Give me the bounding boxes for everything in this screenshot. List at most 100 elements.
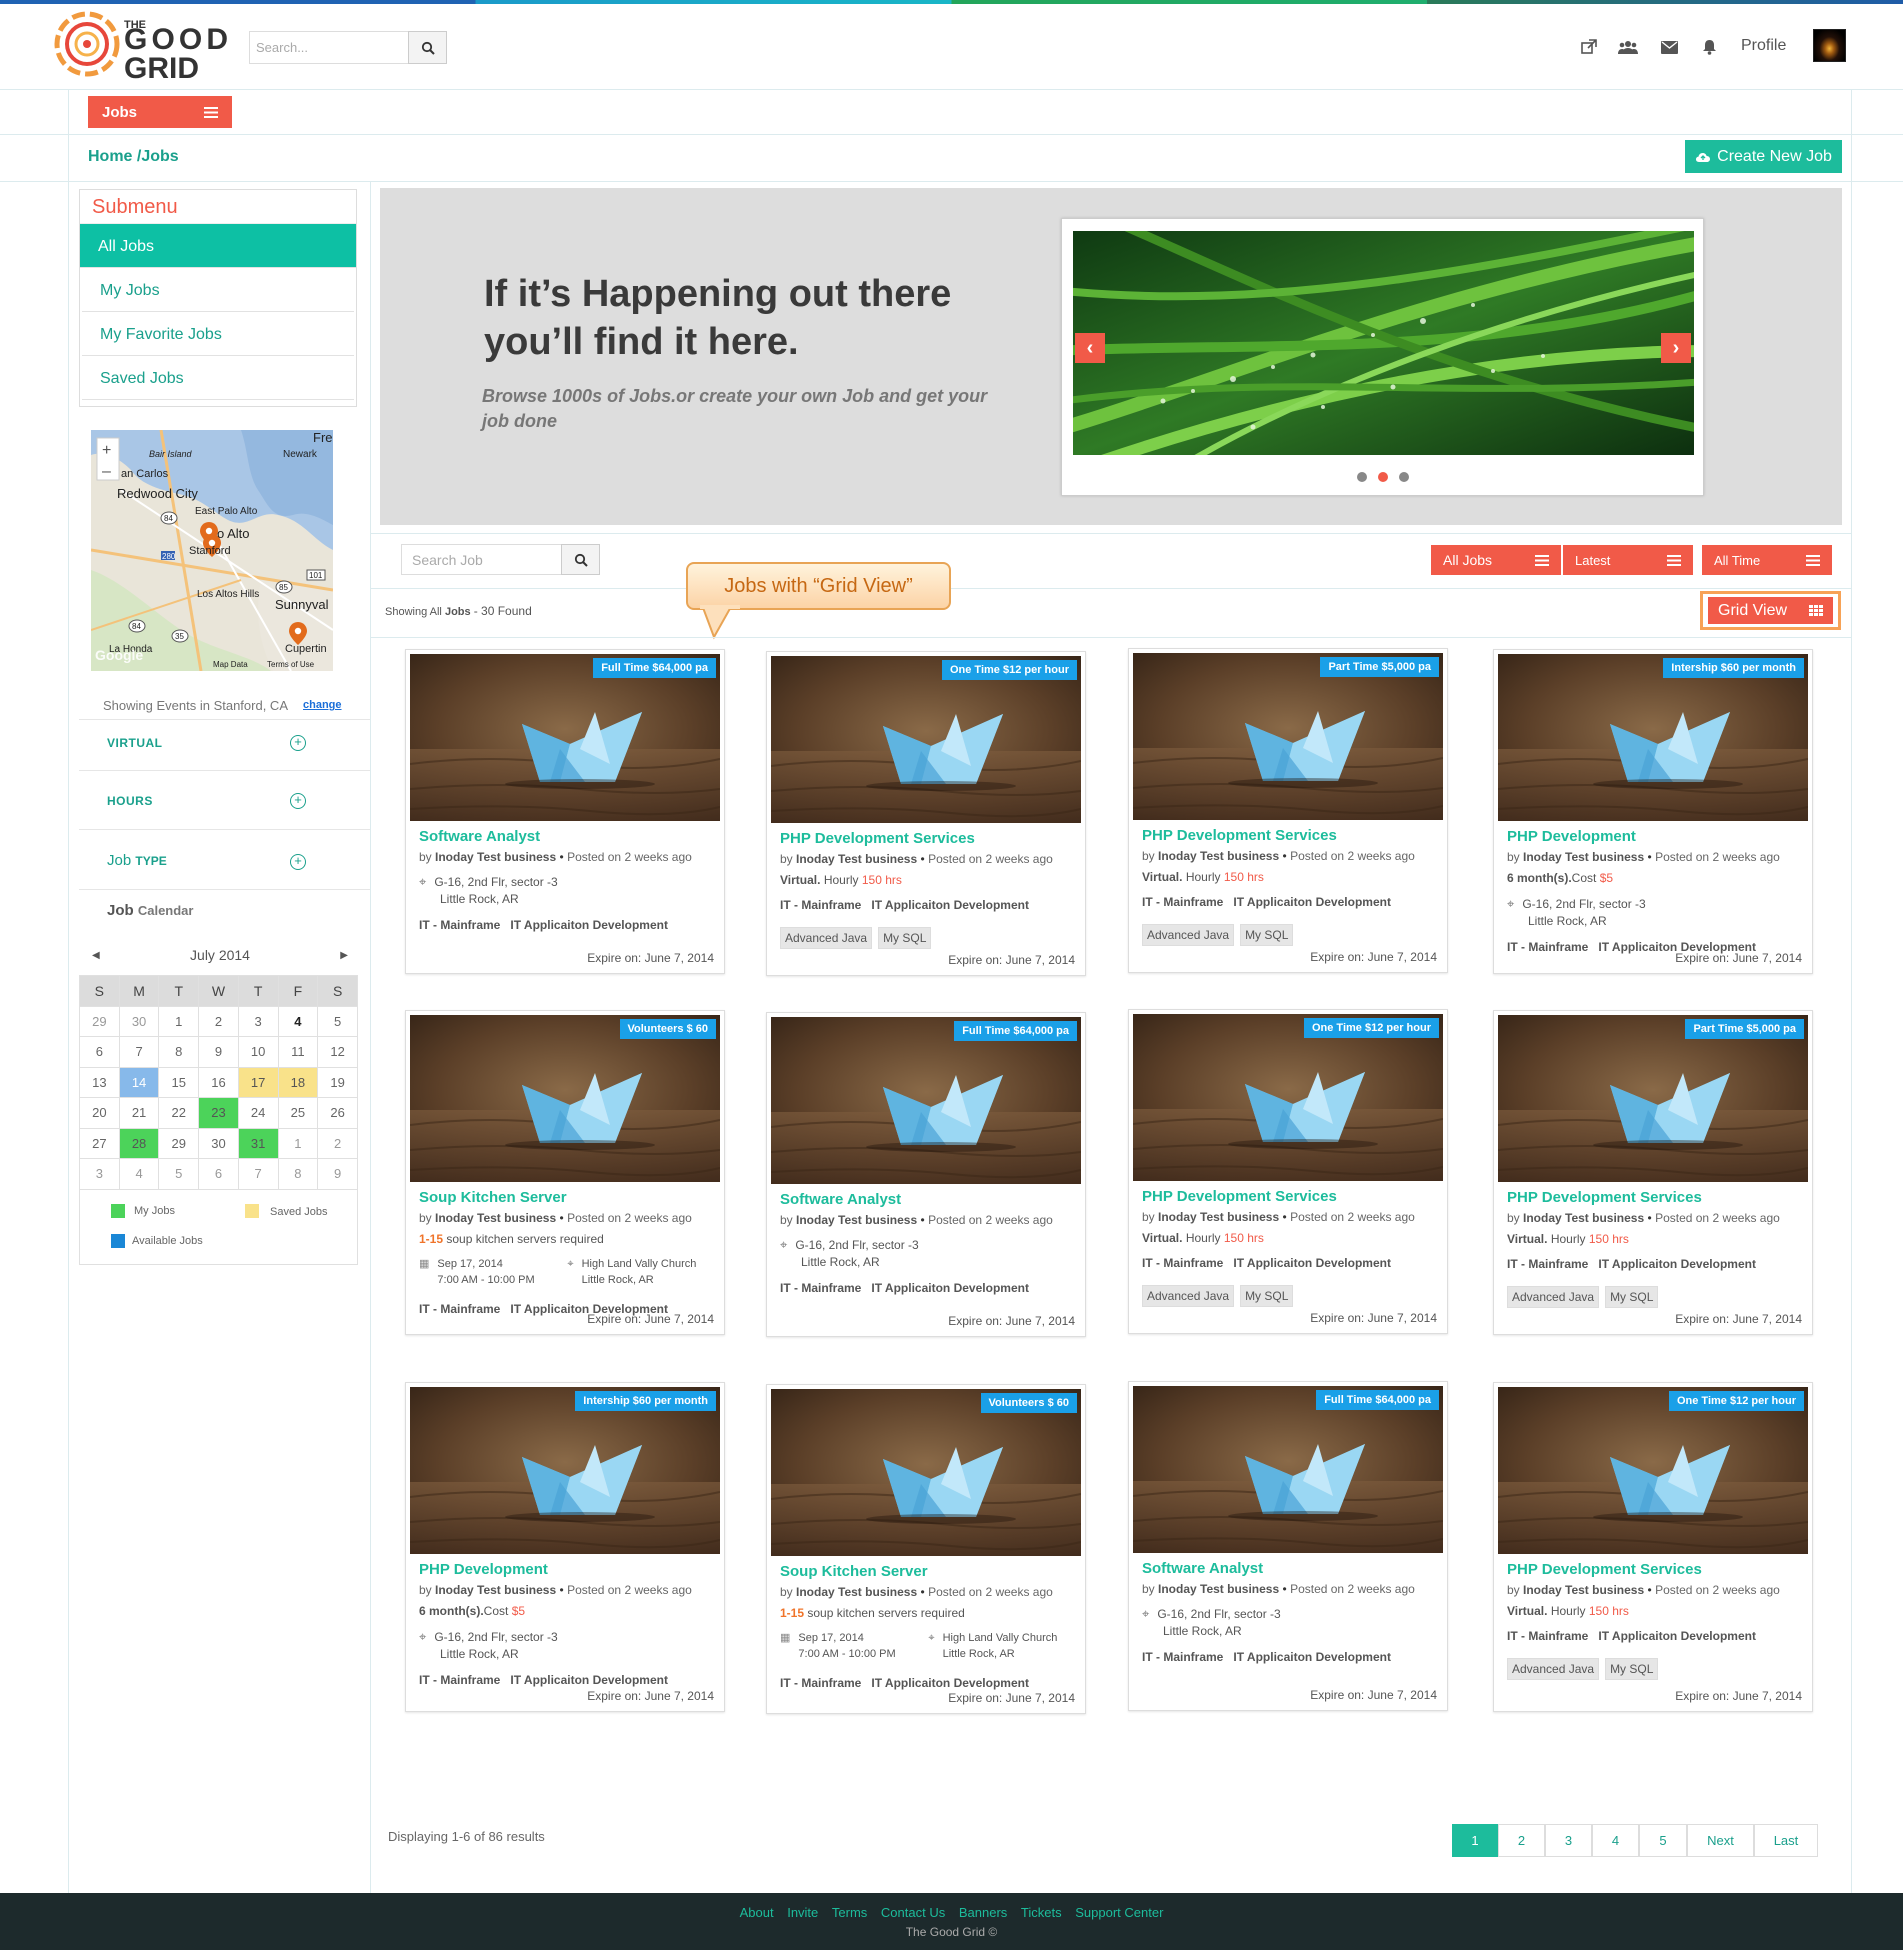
slider-prev-button[interactable]: ‹ (1075, 333, 1105, 363)
job-card[interactable]: One Time $12 per hour PHP Development Se… (766, 651, 1086, 976)
skill-tag[interactable]: Advanced Java (1507, 1286, 1600, 1308)
calendar-day[interactable]: 29 (158, 1127, 200, 1159)
job-card[interactable]: Full Time $64,000 pa Software Analyst by… (405, 649, 725, 974)
job-title-link[interactable]: Software Analyst (1142, 1560, 1263, 1577)
profile-link[interactable]: Profile (1741, 37, 1786, 55)
calendar-day[interactable]: 6 (198, 1158, 239, 1190)
all-jobs-dropdown[interactable]: All Jobs (1431, 545, 1561, 575)
slider-dot-active[interactable] (1378, 472, 1388, 482)
page-5-button[interactable]: 5 (1639, 1824, 1687, 1857)
calendar-day[interactable]: 11 (277, 1036, 319, 1068)
job-card[interactable]: One Time $12 per hour PHP Development Se… (1493, 1382, 1813, 1712)
calendar-day[interactable]: 18 (277, 1066, 319, 1098)
footer-link-invite[interactable]: Invite (787, 1905, 818, 1920)
page-3-button[interactable]: 3 (1545, 1824, 1592, 1857)
calendar-day[interactable]: 1 (277, 1127, 319, 1159)
job-card[interactable]: Part Time $5,000 pa PHP Development Serv… (1128, 648, 1448, 973)
submenu-item-saved-jobs[interactable]: Saved Jobs (82, 356, 354, 400)
calendar-day[interactable]: 9 (317, 1158, 358, 1190)
footer-link-tickets[interactable]: Tickets (1021, 1905, 1062, 1920)
calendar-day[interactable]: 27 (79, 1127, 120, 1159)
job-title-link[interactable]: PHP Development Services (1507, 1189, 1702, 1206)
calendar-day[interactable]: 30 (198, 1127, 239, 1159)
calendar-day[interactable]: 20 (79, 1097, 120, 1129)
calendar-day[interactable]: 4 (118, 1158, 160, 1190)
job-title-link[interactable]: PHP Development Services (1142, 1188, 1337, 1205)
envelope-icon[interactable] (1658, 36, 1680, 58)
footer-link-contact-us[interactable]: Contact Us (881, 1905, 945, 1920)
skill-tag[interactable]: My SQL (1605, 1286, 1659, 1308)
job-card[interactable]: Full Time $64,000 pa Software Analyst by… (766, 1012, 1086, 1337)
footer-link-support-center[interactable]: Support Center (1075, 1905, 1163, 1920)
map-zoom-in-button[interactable]: + (102, 442, 111, 459)
slider-next-button[interactable]: › (1661, 333, 1691, 363)
calendar-day[interactable]: 7 (118, 1036, 160, 1068)
job-card-image[interactable] (1498, 654, 1808, 821)
breadcrumb[interactable]: Home /Jobs (88, 148, 179, 166)
calendar-day[interactable]: 8 (277, 1158, 319, 1190)
calendar-day[interactable]: 17 (237, 1066, 279, 1098)
submenu-item-all-jobs[interactable]: All Jobs (80, 224, 356, 268)
calendar-day[interactable]: 15 (158, 1066, 200, 1098)
calendar-day[interactable]: 5 (317, 1005, 358, 1037)
job-title-link[interactable]: Soup Kitchen Server (419, 1189, 567, 1206)
calendar-day[interactable]: 3 (237, 1005, 279, 1037)
job-search-input[interactable]: Search Job (401, 544, 562, 575)
map-zoom-out-button[interactable]: – (102, 463, 111, 480)
calendar-day[interactable]: 7 (237, 1158, 279, 1190)
calendar-day[interactable]: 4 (277, 1005, 319, 1037)
page-1-button[interactable]: 1 (1452, 1824, 1498, 1857)
calendar-day[interactable]: 1 (158, 1005, 200, 1037)
avatar[interactable] (1813, 29, 1846, 62)
job-card[interactable]: One Time $12 per hour PHP Development Se… (1128, 1009, 1448, 1334)
job-card-image[interactable] (1133, 1386, 1443, 1553)
job-search-button[interactable] (561, 544, 600, 575)
jobs-menu-tab[interactable]: Jobs (88, 96, 232, 128)
skill-tag[interactable]: My SQL (1240, 1285, 1294, 1307)
grid-view-button[interactable]: Grid View (1708, 597, 1833, 624)
calendar-day[interactable]: 6 (79, 1036, 120, 1068)
expand-virtual-icon[interactable]: + (290, 735, 306, 751)
header-search-input[interactable]: Search... (249, 31, 409, 64)
skill-tag[interactable]: Advanced Java (1142, 924, 1235, 946)
job-title-link[interactable]: PHP Development Services (780, 830, 975, 847)
job-card-image[interactable] (1133, 1014, 1443, 1181)
create-new-job-button[interactable]: Create New Job (1685, 140, 1842, 173)
submenu-item-my-jobs[interactable]: My Jobs (82, 268, 354, 312)
job-card[interactable]: Intership $60 per month PHP Development … (405, 1382, 725, 1712)
calendar-day[interactable]: 3 (79, 1158, 120, 1190)
job-card[interactable]: Full Time $64,000 pa Software Analyst by… (1128, 1381, 1448, 1711)
slider-dot[interactable] (1399, 472, 1409, 482)
expand-job-type-icon[interactable]: + (290, 854, 306, 870)
job-card-image[interactable] (410, 1015, 720, 1182)
skill-tag[interactable]: My SQL (1605, 1658, 1659, 1680)
calendar-day[interactable]: 12 (317, 1036, 358, 1068)
job-card-image[interactable] (771, 1389, 1081, 1556)
calendar-day[interactable]: 10 (237, 1036, 279, 1068)
calendar-day[interactable]: 13 (79, 1066, 120, 1098)
footer-link-about[interactable]: About (740, 1905, 774, 1920)
calendar-day[interactable]: 29 (79, 1005, 120, 1037)
footer-link-banners[interactable]: Banners (959, 1905, 1007, 1920)
latest-dropdown[interactable]: Latest (1563, 545, 1693, 575)
calendar-day[interactable]: 26 (317, 1097, 358, 1129)
skill-tag[interactable]: My SQL (878, 927, 932, 949)
all-time-dropdown[interactable]: All Time (1702, 545, 1832, 575)
job-title-link[interactable]: PHP Development Services (1507, 1561, 1702, 1578)
skill-tag[interactable]: Advanced Java (1142, 1285, 1235, 1307)
calendar-day[interactable]: 19 (317, 1066, 358, 1098)
calendar-day[interactable]: 25 (277, 1097, 319, 1129)
good-grid-logo[interactable]: THE GOOD GRID (52, 10, 232, 85)
job-title-link[interactable]: Software Analyst (780, 1191, 901, 1208)
calendar-day[interactable]: 23 (198, 1097, 239, 1129)
expand-hours-icon[interactable]: + (290, 793, 306, 809)
bell-icon[interactable] (1698, 36, 1720, 58)
submenu-item-my-favorite-jobs[interactable]: My Favorite Jobs (82, 312, 354, 356)
calendar-next-icon[interactable]: ▶ (340, 950, 348, 961)
calendar-day[interactable]: 30 (118, 1005, 160, 1037)
job-card[interactable]: Intership $60 per month PHP Development … (1493, 649, 1813, 974)
job-title-link[interactable]: Software Analyst (419, 828, 540, 845)
calendar-day[interactable]: 14 (118, 1066, 160, 1098)
calendar-day[interactable]: 2 (317, 1127, 358, 1159)
calendar-prev-icon[interactable]: ◀ (92, 950, 100, 961)
